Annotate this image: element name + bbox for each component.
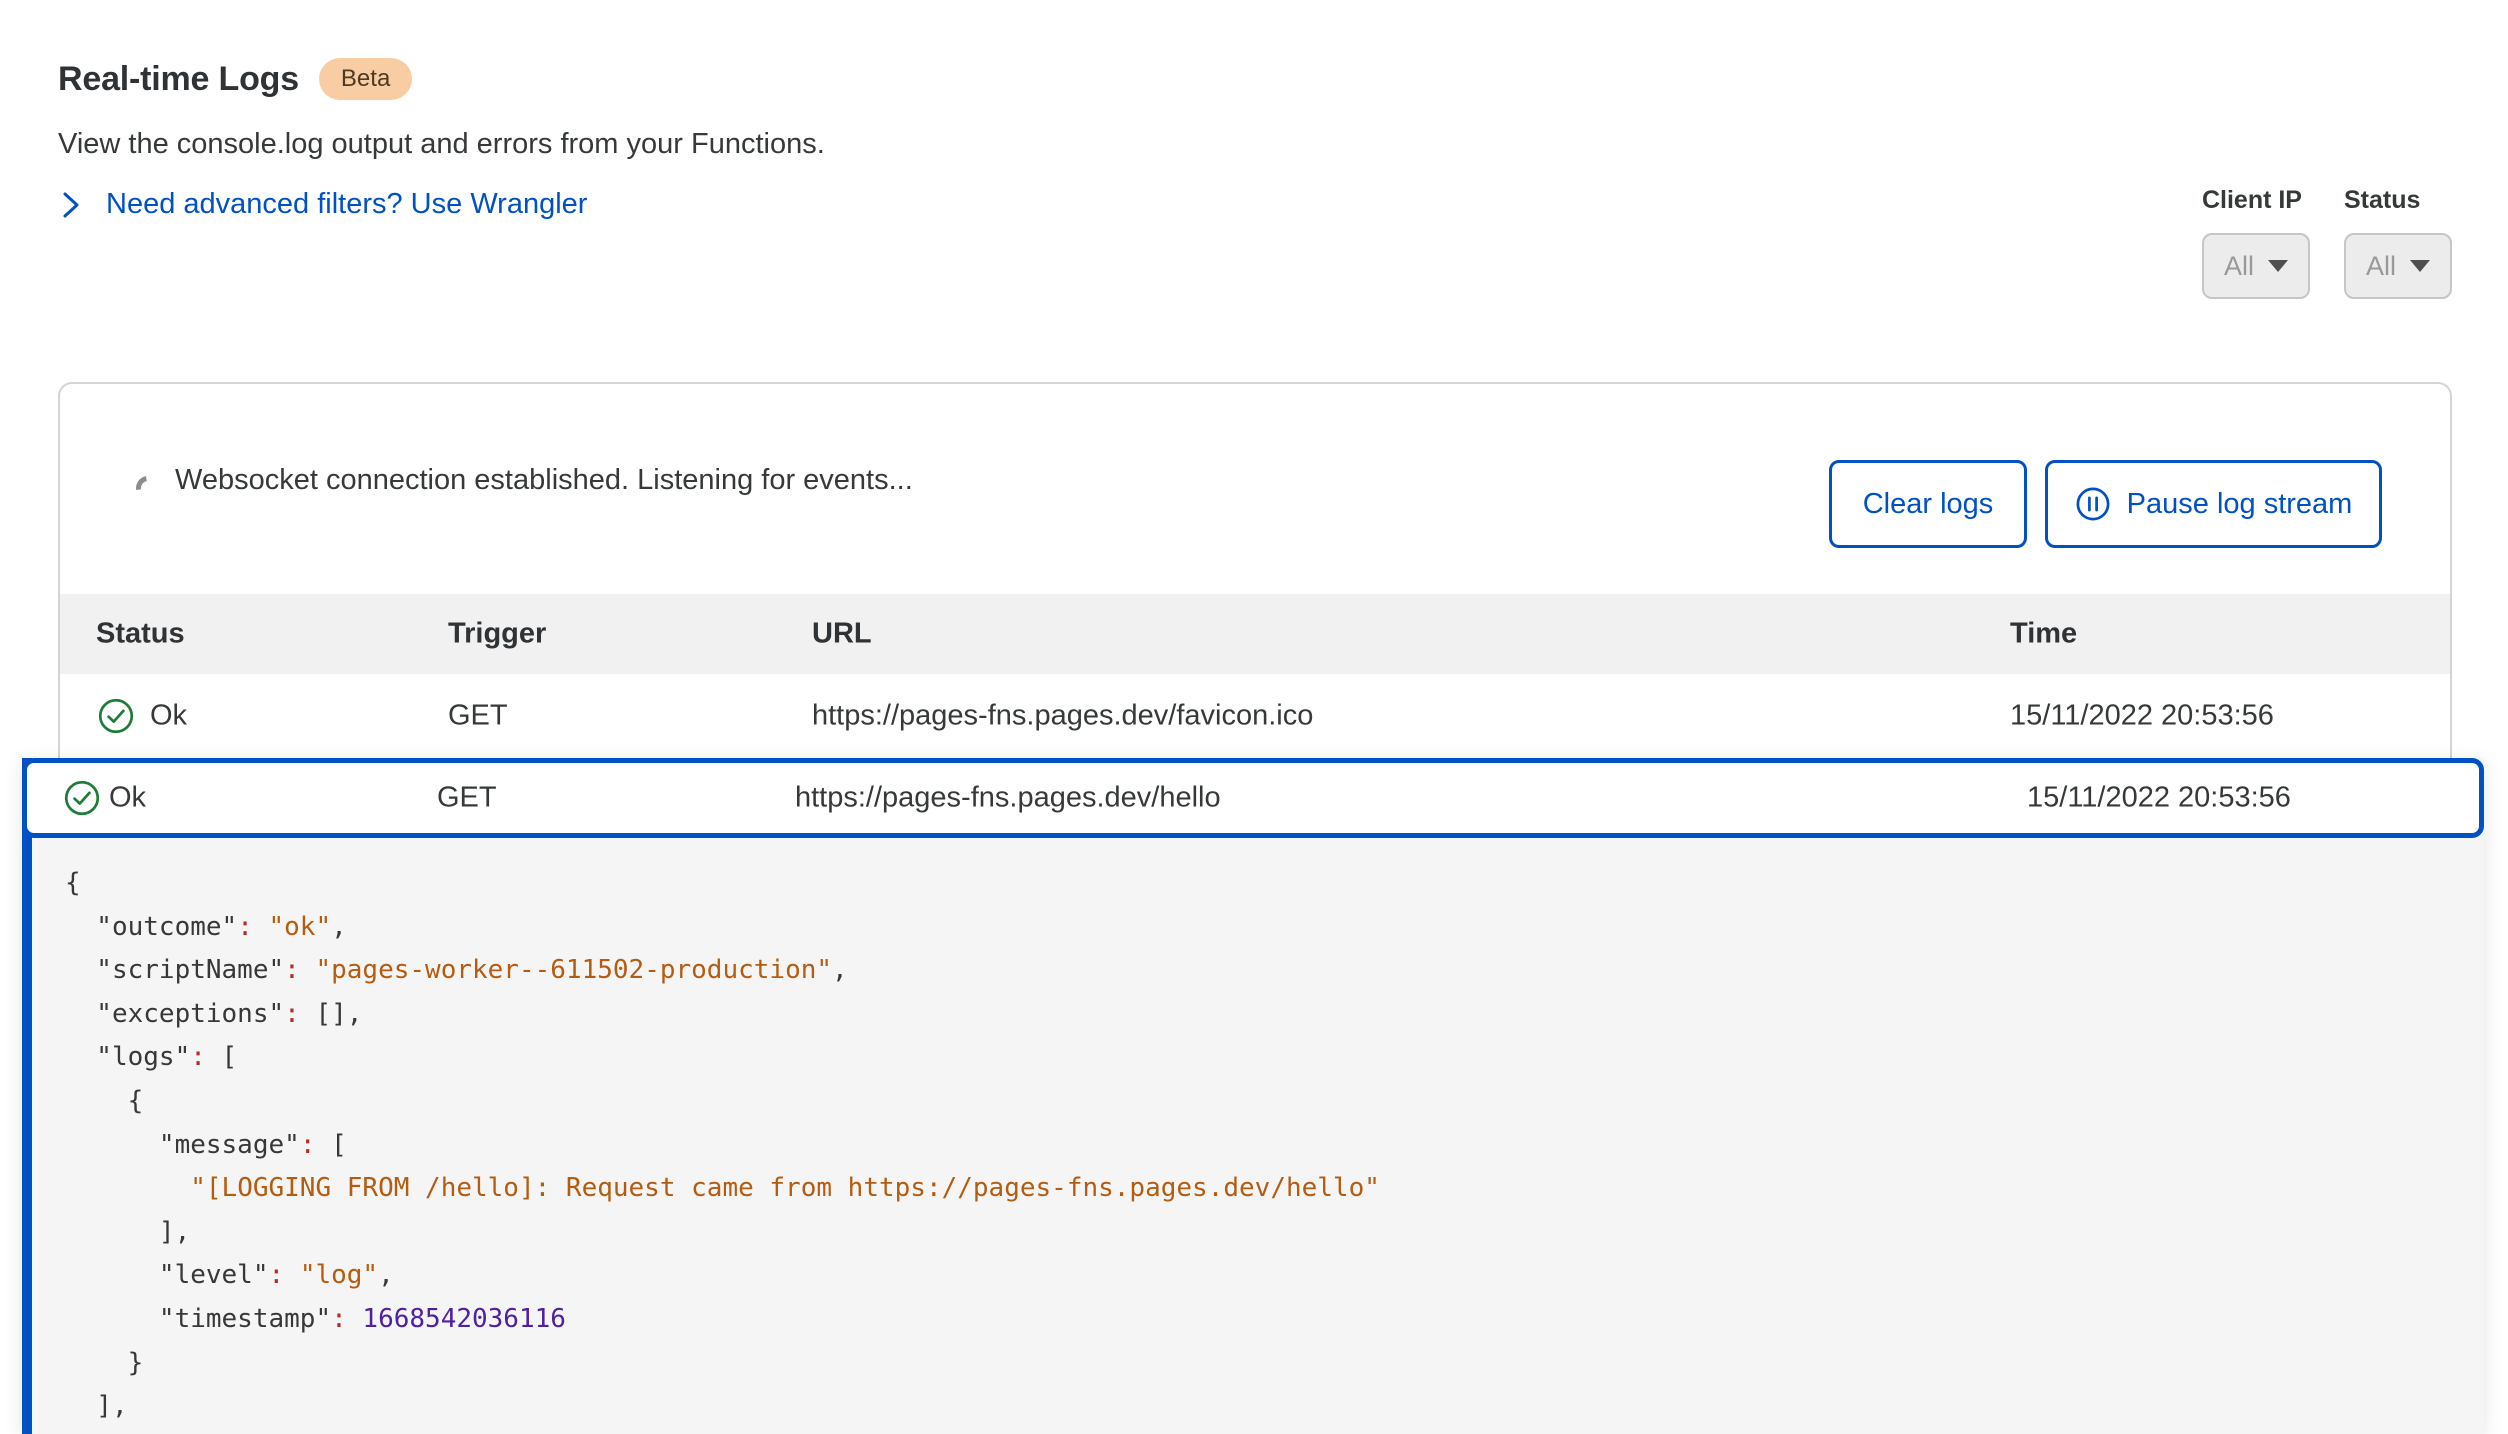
log-row-status: Ok: [109, 782, 146, 815]
client-ip-filter-value: All: [2224, 251, 2254, 282]
page-title: Real-time Logs: [58, 60, 299, 99]
wrangler-filters-link[interactable]: Need advanced filters? Use Wrangler: [60, 188, 587, 221]
clear-logs-label: Clear logs: [1863, 488, 1994, 521]
log-row-status: Ok: [150, 700, 187, 733]
caret-down-icon: [2410, 260, 2430, 272]
client-ip-filter-select[interactable]: All: [2202, 233, 2310, 299]
websocket-status-message: Websocket connection established. Listen…: [175, 464, 913, 497]
pause-icon: [2075, 486, 2111, 522]
client-ip-filter: Client IP All: [2202, 186, 2310, 299]
column-header-time: Time: [2010, 618, 2077, 651]
status-filter-select[interactable]: All: [2344, 233, 2452, 299]
log-row-url: https://pages-fns.pages.dev/hello: [795, 782, 1221, 815]
expanded-log-entry: Ok GET https://pages-fns.pages.dev/hello…: [22, 758, 2484, 1434]
column-header-url: URL: [812, 618, 872, 651]
client-ip-filter-label: Client IP: [2202, 186, 2310, 215]
page-header: Real-time Logs Beta View the console.log…: [0, 0, 2508, 382]
spinner-icon: [131, 471, 164, 504]
log-row-url: https://pages-fns.pages.dev/favicon.ico: [812, 700, 1313, 733]
realtime-logs-page: { "page": { "title": "Real-time Logs", "…: [0, 0, 2508, 1434]
logs-toolbar: Websocket connection established. Listen…: [60, 384, 2450, 594]
log-row[interactable]: Ok GET https://pages-fns.pages.dev/favic…: [60, 674, 2450, 758]
status-filter-value: All: [2366, 251, 2396, 282]
column-header-status: Status: [96, 618, 185, 651]
caret-down-icon: [2268, 260, 2288, 272]
status-filter-label: Status: [2344, 186, 2452, 215]
log-row-time: 15/11/2022 20:53:56: [2027, 782, 2291, 815]
clear-logs-button[interactable]: Clear logs: [1829, 460, 2027, 548]
wrangler-link-label: Need advanced filters? Use Wrangler: [106, 188, 587, 221]
selected-log-row[interactable]: Ok GET https://pages-fns.pages.dev/hello…: [22, 758, 2484, 838]
status-filter: Status All: [2344, 186, 2452, 299]
column-header-trigger: Trigger: [448, 618, 546, 651]
log-row-trigger: GET: [448, 700, 508, 733]
beta-badge: Beta: [319, 58, 412, 100]
log-row-time: 15/11/2022 20:53:56: [2010, 700, 2274, 733]
log-detail-json: { "outcome": "ok", "scriptName": "pages-…: [32, 838, 2484, 1429]
success-check-icon: [98, 698, 134, 734]
page-description: View the console.log output and errors f…: [58, 128, 825, 161]
log-filters: Client IP All Status All: [2202, 186, 2452, 299]
pause-log-stream-label: Pause log stream: [2127, 488, 2353, 521]
pause-log-stream-button[interactable]: Pause log stream: [2045, 460, 2382, 548]
log-row-trigger: GET: [437, 782, 497, 815]
log-table-header: Status Trigger URL Time: [60, 594, 2450, 674]
chevron-right-icon: [60, 190, 82, 220]
success-check-icon: [64, 780, 100, 816]
